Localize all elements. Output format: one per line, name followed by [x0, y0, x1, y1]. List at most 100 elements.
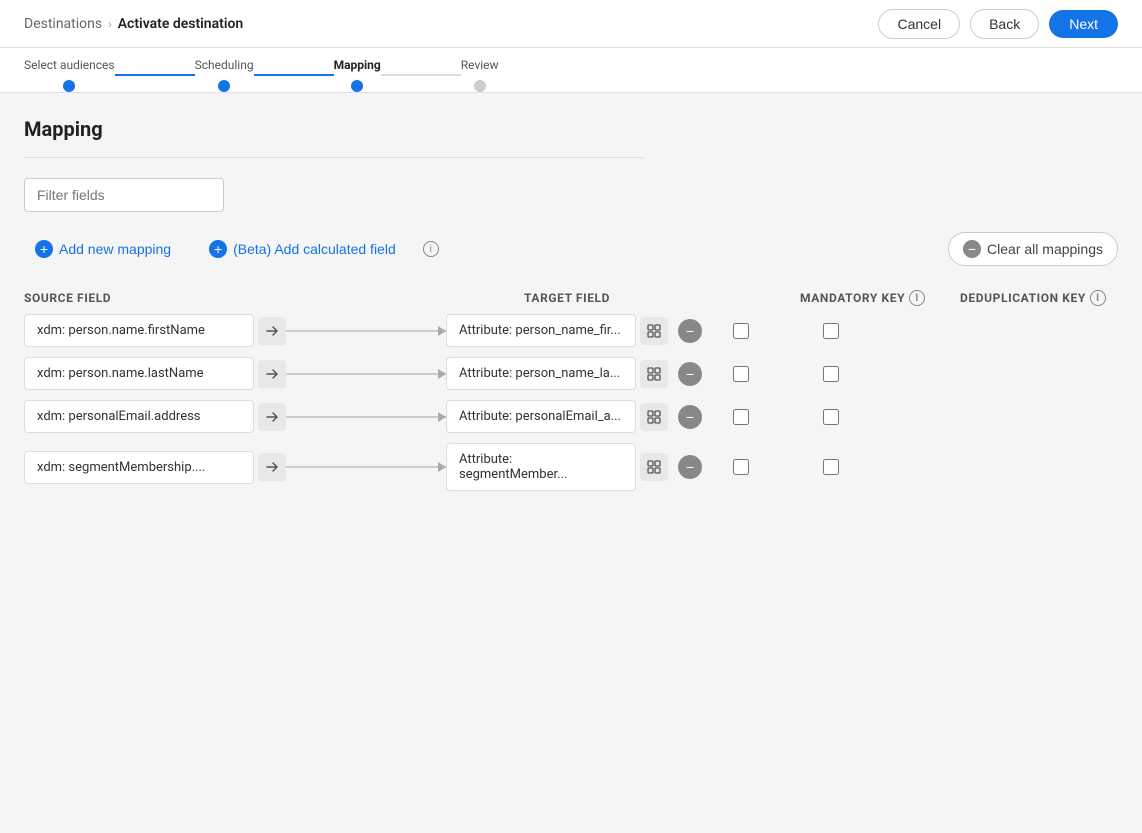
target-schema-btn-2[interactable] — [640, 403, 668, 431]
connector-line-2 — [286, 416, 446, 418]
cancel-button[interactable]: Cancel — [878, 9, 960, 39]
table-row: xdm: segmentMembership.... Attribute: se… — [24, 443, 1118, 491]
stepper: Select audiences Scheduling Mapping Revi… — [0, 48, 1142, 93]
actions-left: + Add new mapping + (Beta) Add calculate… — [24, 233, 439, 265]
back-button[interactable]: Back — [970, 9, 1039, 39]
table-header: SOURCE FIELD TARGET FIELD MANDATORY KEY … — [24, 290, 1118, 314]
target-schema-btn-1[interactable] — [640, 360, 668, 388]
add-calculated-plus-icon: + — [209, 240, 227, 258]
page-title: Mapping — [24, 117, 1118, 141]
remove-icon-0: − — [686, 324, 694, 338]
breadcrumb-current: Activate destination — [118, 16, 244, 32]
step-line-1 — [115, 74, 195, 76]
dedup-checkbox-2[interactable] — [823, 409, 839, 425]
breadcrumb: Destinations › Activate destination — [24, 16, 243, 32]
step-review: Review — [461, 58, 499, 92]
source-field-text-3: xdm: segmentMembership.... — [37, 460, 205, 475]
schema-icon — [647, 367, 661, 381]
next-button[interactable]: Next — [1049, 10, 1118, 38]
connector-line-1 — [286, 373, 446, 375]
target-schema-btn-3[interactable] — [640, 453, 668, 481]
source-arrow-btn-1[interactable] — [258, 360, 286, 388]
dedup-checkbox-wrap-2 — [816, 409, 846, 425]
col-target-header: TARGET FIELD — [524, 291, 744, 305]
step-scheduling: Scheduling — [195, 58, 254, 92]
remove-icon-2: − — [686, 410, 694, 424]
arrow-right-icon — [265, 367, 279, 381]
filter-input[interactable] — [24, 178, 224, 212]
schema-icon — [647, 324, 661, 338]
add-calculated-field-button[interactable]: + (Beta) Add calculated field — [198, 233, 411, 265]
step-mapping-dot — [351, 80, 363, 92]
mandatory-checkbox-3[interactable] — [733, 459, 749, 475]
clear-all-label: Clear all mappings — [987, 241, 1103, 257]
step-scheduling-dot — [218, 80, 230, 92]
dedup-checkbox-1[interactable] — [823, 366, 839, 382]
mandatory-checkbox-wrap-0 — [726, 323, 756, 339]
schema-icon — [647, 460, 661, 474]
target-field-2: Attribute: personalEmail_a... — [446, 400, 636, 433]
source-field-3: xdm: segmentMembership.... — [24, 451, 254, 484]
step-select-audiences: Select audiences — [24, 58, 115, 92]
clear-all-mappings-button[interactable]: − Clear all mappings — [948, 232, 1118, 266]
target-field-text-3: Attribute: segmentMember... — [459, 452, 623, 482]
step-select-audiences-label: Select audiences — [24, 58, 115, 72]
step-select-audiences-dot — [63, 80, 75, 92]
calculated-info-icon[interactable]: i — [423, 241, 439, 257]
dedup-checkbox-3[interactable] — [823, 459, 839, 475]
step-mapping-label: Mapping — [334, 58, 381, 72]
mandatory-checkbox-2[interactable] — [733, 409, 749, 425]
target-field-text-1: Attribute: person_name_la... — [459, 366, 620, 381]
mandatory-checkbox-1[interactable] — [733, 366, 749, 382]
dedup-checkbox-wrap-3 — [816, 459, 846, 475]
connector-line-3 — [286, 466, 446, 468]
table-row: xdm: person.name.lastName Attribute: per… — [24, 357, 1118, 390]
mandatory-info-icon[interactable]: i — [909, 290, 925, 306]
remove-row-btn-3[interactable]: − — [678, 455, 702, 479]
remove-row-btn-0[interactable]: − — [678, 319, 702, 343]
target-field-text-0: Attribute: person_name_fir... — [459, 323, 621, 338]
arrow-right-icon — [265, 324, 279, 338]
target-field-text-2: Attribute: personalEmail_a... — [459, 409, 621, 424]
mandatory-checkbox-wrap-1 — [726, 366, 756, 382]
dedup-checkbox-0[interactable] — [823, 323, 839, 339]
remove-icon-3: − — [686, 460, 694, 474]
col-source-header: SOURCE FIELD — [24, 291, 284, 305]
remove-icon-1: − — [686, 367, 694, 381]
remove-row-btn-1[interactable]: − — [678, 362, 702, 386]
source-field-1: xdm: person.name.lastName — [24, 357, 254, 390]
add-calculated-label: (Beta) Add calculated field — [233, 241, 396, 257]
breadcrumb-separator: › — [108, 17, 112, 31]
clear-all-minus-icon: − — [963, 240, 981, 258]
arrow-right-icon — [265, 460, 279, 474]
remove-row-btn-2[interactable]: − — [678, 405, 702, 429]
table-row: xdm: person.name.firstName Attribute: pe… — [24, 314, 1118, 347]
actions-row: + Add new mapping + (Beta) Add calculate… — [24, 232, 1118, 266]
arrow-right-icon — [265, 410, 279, 424]
dedup-info-icon[interactable]: i — [1090, 290, 1106, 306]
add-new-mapping-button[interactable]: + Add new mapping — [24, 233, 186, 265]
step-scheduling-label: Scheduling — [195, 58, 254, 72]
header-actions: Cancel Back Next — [878, 9, 1118, 39]
target-schema-btn-0[interactable] — [640, 317, 668, 345]
col-dedup-header: DEDUPLICATION KEY i — [960, 290, 1118, 306]
title-divider — [24, 157, 644, 158]
header: Destinations › Activate destination Canc… — [0, 0, 1142, 48]
step-mapping: Mapping — [334, 58, 381, 92]
step-review-label: Review — [461, 58, 499, 72]
dedup-checkbox-wrap-0 — [816, 323, 846, 339]
schema-icon — [647, 410, 661, 424]
source-arrow-btn-2[interactable] — [258, 403, 286, 431]
source-arrow-btn-3[interactable] — [258, 453, 286, 481]
connector-line-0 — [286, 330, 446, 332]
table-row: xdm: personalEmail.address Attribute: pe… — [24, 400, 1118, 433]
breadcrumb-parent[interactable]: Destinations — [24, 16, 102, 32]
source-arrow-btn-0[interactable] — [258, 317, 286, 345]
main-content: Mapping + Add new mapping + (Beta) Add c… — [0, 93, 1142, 525]
add-mapping-label: Add new mapping — [59, 241, 171, 257]
filter-wrap — [24, 178, 1118, 212]
step-line-2 — [254, 74, 334, 76]
dedup-checkbox-wrap-1 — [816, 366, 846, 382]
mandatory-checkbox-0[interactable] — [733, 323, 749, 339]
source-field-text-2: xdm: personalEmail.address — [37, 409, 201, 424]
